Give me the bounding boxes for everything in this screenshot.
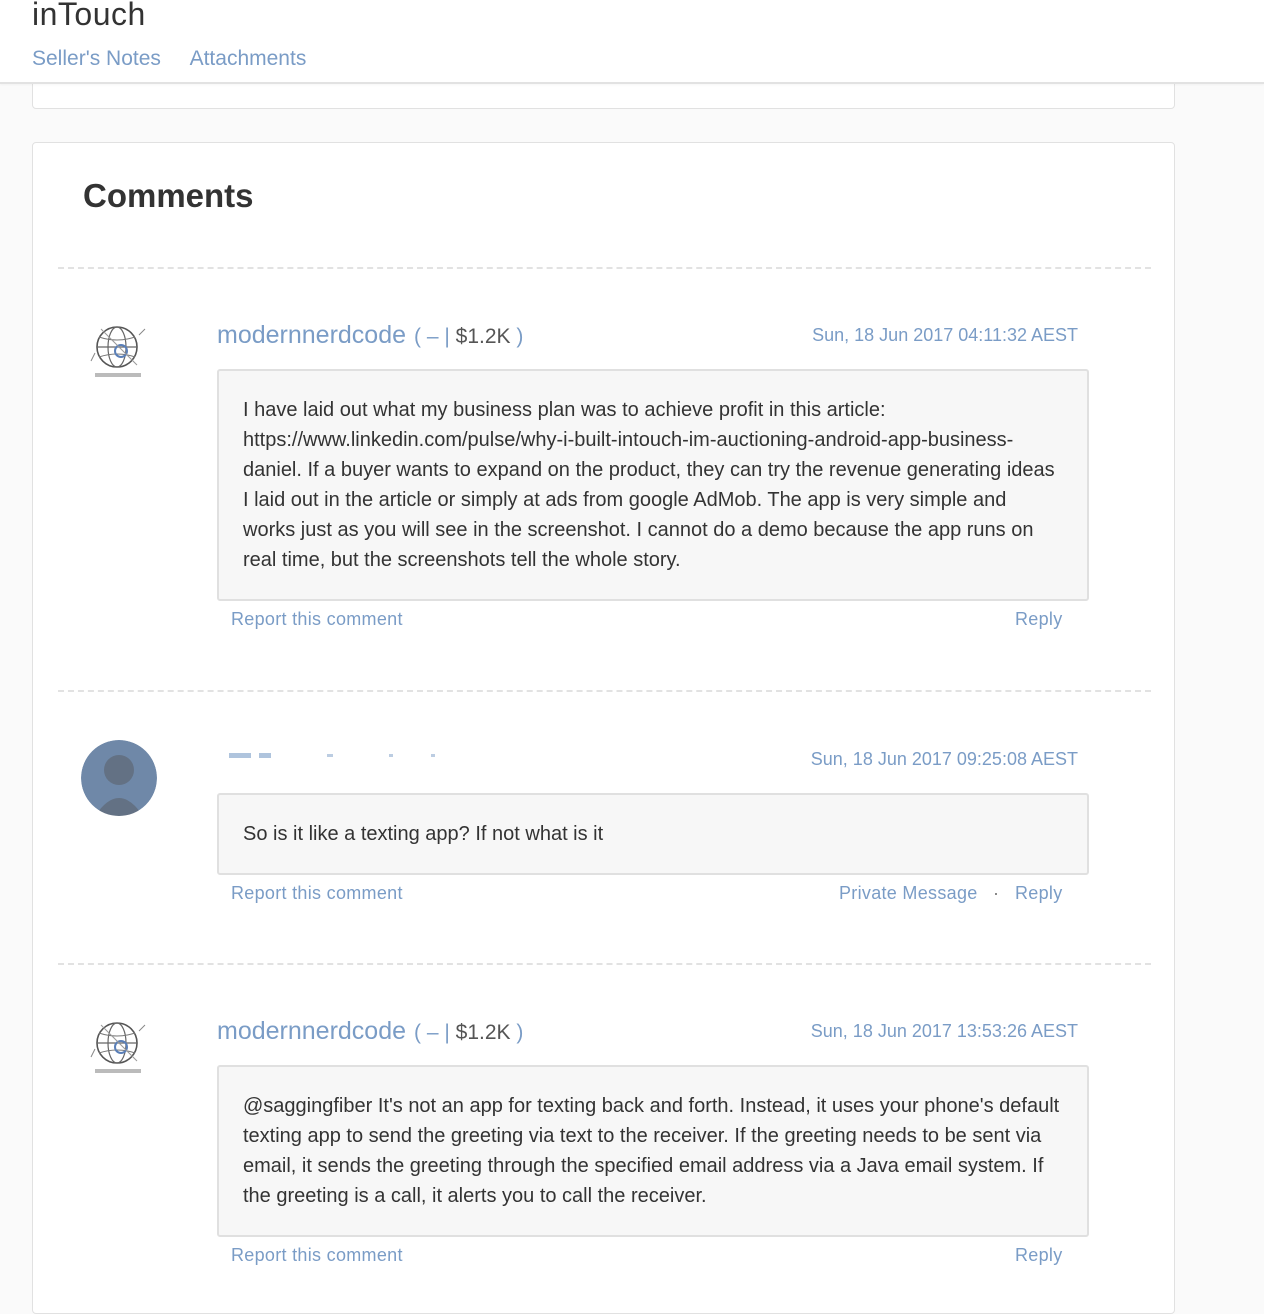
reply-link[interactable]: Reply xyxy=(1015,609,1063,630)
comment-body: So is it like a texting app? If not what… xyxy=(217,793,1089,875)
author-name-link[interactable]: modernnerdcode xyxy=(217,1017,406,1045)
author-rating-close: ) xyxy=(516,1021,524,1044)
default-user-avatar-icon[interactable] xyxy=(81,740,157,816)
action-separator: · xyxy=(993,883,999,903)
reply-link[interactable]: Reply xyxy=(1015,883,1063,904)
app-title: inTouch xyxy=(32,0,146,32)
tab-sellers-notes[interactable]: Seller's Notes xyxy=(32,47,161,70)
comment-timestamp: Sun, 18 Jun 2017 04:11:32 AEST xyxy=(812,325,1078,345)
report-comment-link[interactable]: Report this comment xyxy=(231,1245,403,1266)
comments-panel: Comments modernnerdcode ( – | $1.2K ) Sun… xyxy=(32,142,1175,1314)
divider xyxy=(58,690,1151,692)
top-header: inTouch Seller's Notes Attachments xyxy=(0,0,1264,84)
author-name-cropped xyxy=(229,743,489,759)
tab-attachments[interactable]: Attachments xyxy=(190,47,307,70)
comment-author: modernnerdcode ( – | $1.2K ) xyxy=(217,321,523,350)
author-rating-open: ( – | xyxy=(414,325,450,348)
comment-author: modernnerdcode ( – | $1.2K ) xyxy=(217,1017,523,1046)
divider xyxy=(58,267,1151,269)
comment-timestamp: Sun, 18 Jun 2017 13:53:26 AEST xyxy=(810,1021,1078,1041)
comment-timestamp: Sun, 18 Jun 2017 09:25:08 AEST xyxy=(810,749,1078,769)
report-comment-link[interactable]: Report this comment xyxy=(231,609,403,630)
author-sales-value: $1.2K xyxy=(455,1021,511,1044)
author-sales-value: $1.2K xyxy=(455,325,511,348)
author-name-link[interactable]: modernnerdcode xyxy=(217,321,406,349)
reply-link[interactable]: Reply xyxy=(1015,1245,1063,1266)
globe-logo-icon[interactable] xyxy=(81,317,157,393)
divider xyxy=(58,963,1151,965)
comments-heading: Comments xyxy=(83,177,254,214)
report-comment-link[interactable]: Report this comment xyxy=(231,883,403,904)
author-rating: ( – | $1.2K ) xyxy=(414,1021,523,1044)
author-rating: ( – | $1.2K ) xyxy=(414,325,523,348)
comment-body: @saggingfiber It's not an app for textin… xyxy=(217,1065,1089,1237)
globe-logo-icon[interactable] xyxy=(81,1013,157,1089)
author-rating-open: ( – | xyxy=(414,1021,450,1044)
comment-body: I have laid out what my business plan wa… xyxy=(217,369,1089,601)
author-rating-close: ) xyxy=(516,325,524,348)
listing-tabs: Seller's Notes Attachments xyxy=(32,47,330,71)
private-message-link[interactable]: Private Message xyxy=(839,883,978,904)
